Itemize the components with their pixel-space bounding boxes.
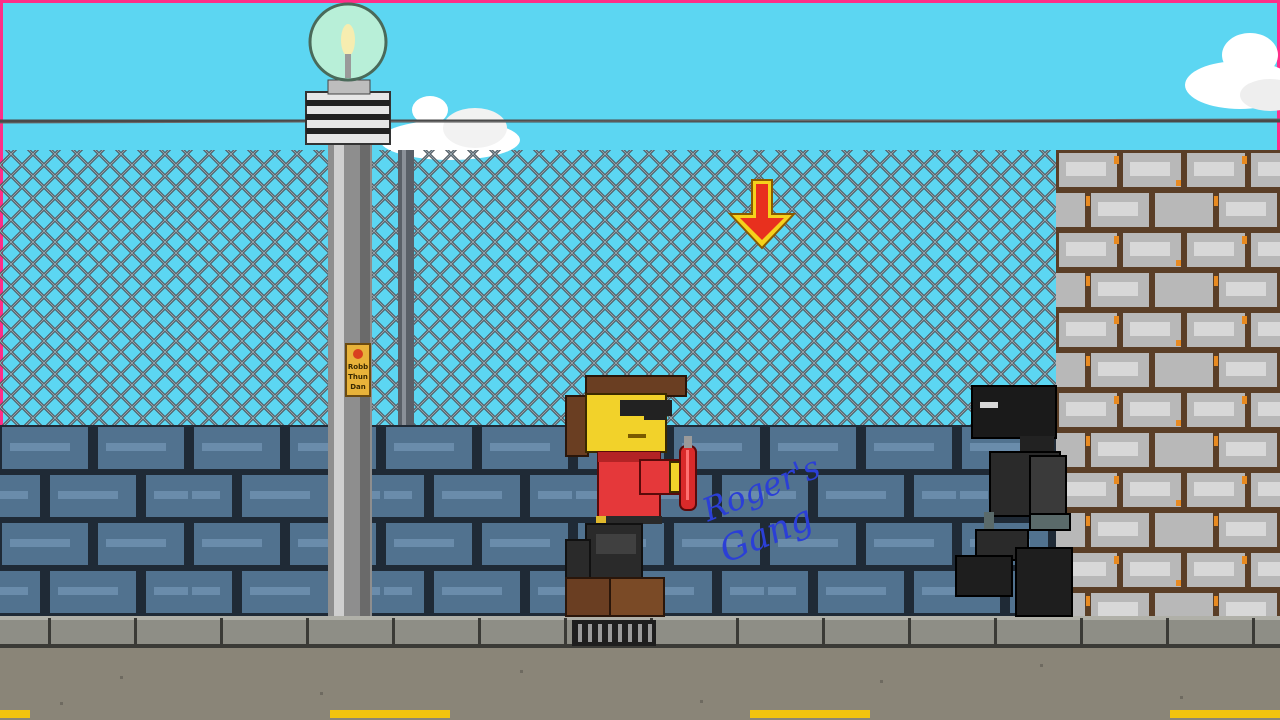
sign-line-2: Thun	[348, 373, 368, 381]
chain-link-fence	[0, 150, 1060, 428]
road-line	[750, 710, 870, 718]
sign-line-3: Dan	[350, 383, 366, 391]
sign-line-1: Robb	[348, 363, 368, 371]
lamp-post-sign: Robb Thun Dan	[345, 343, 371, 397]
road-line	[1170, 710, 1280, 718]
scene-canvas: Robb Thun Dan Roger's Gang	[0, 0, 1280, 720]
drain-grate	[572, 620, 656, 646]
road	[0, 648, 1280, 720]
road-line	[0, 710, 30, 718]
cloud-right	[1185, 33, 1280, 111]
game-scene[interactable]: Robb Thun Dan Roger's Gang	[0, 0, 1280, 720]
lower-brick-wall	[0, 425, 1060, 617]
fire-extinguisher	[679, 436, 697, 511]
grey-brick-wall	[1056, 150, 1280, 617]
road-line	[330, 710, 450, 718]
barbed-wire	[0, 118, 1280, 124]
